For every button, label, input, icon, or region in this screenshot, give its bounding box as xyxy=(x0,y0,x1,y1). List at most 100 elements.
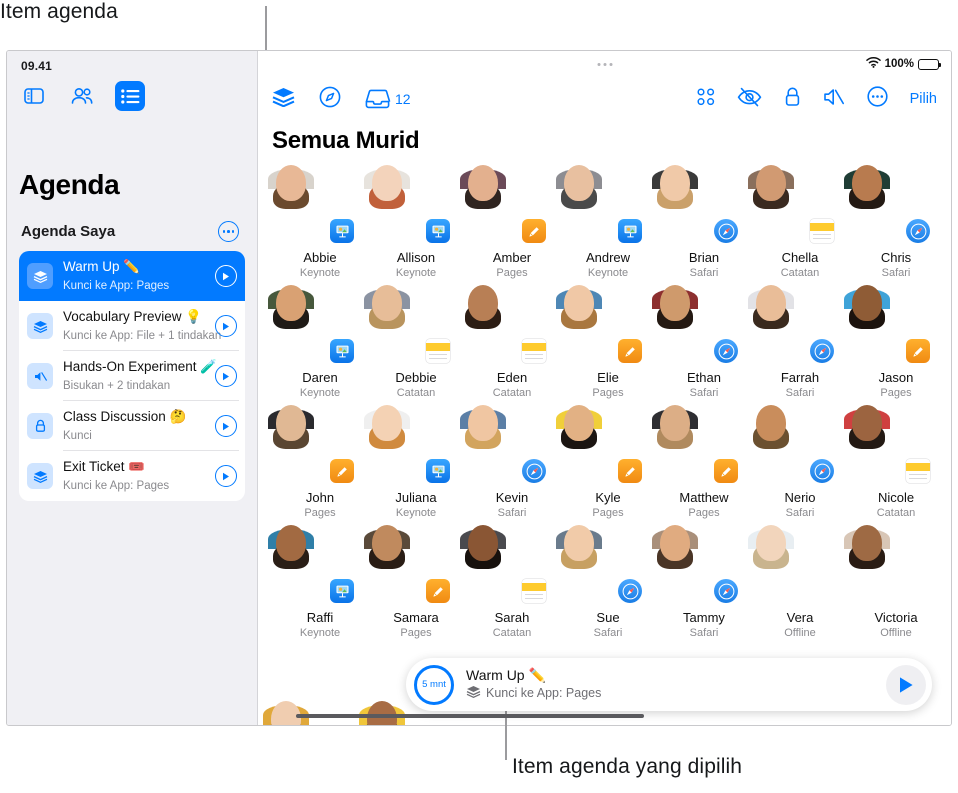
student-cell[interactable]: Raffi Keynote xyxy=(268,525,368,659)
student-name: Tammy xyxy=(683,610,725,625)
more-icon[interactable] xyxy=(866,86,888,112)
sidebar-section-title: Agenda Saya xyxy=(21,223,116,240)
grid-view-icon[interactable] xyxy=(697,87,715,111)
student-avatar-wrap xyxy=(844,525,925,601)
compass-icon[interactable] xyxy=(319,86,341,113)
student-app: Safari xyxy=(497,507,527,519)
student-avatar-wrap xyxy=(460,285,546,363)
agenda-item[interactable]: Class Discussion 🤔 Kunci xyxy=(19,401,245,451)
student-avatar-wrap xyxy=(460,405,546,483)
safari-badge-icon xyxy=(714,219,738,243)
student-cell[interactable]: Nerio Safari xyxy=(748,405,848,539)
student-app: Safari xyxy=(785,387,815,399)
play-icon[interactable] xyxy=(215,465,237,487)
agenda-item[interactable]: Warm Up ✏️ Kunci ke App: Pages xyxy=(19,251,245,301)
list-icon[interactable] xyxy=(115,81,145,111)
student-avatar-wrap xyxy=(844,405,930,483)
student-cell[interactable]: Vera Offline xyxy=(748,525,848,659)
pages-badge-icon xyxy=(714,459,738,483)
inbox-icon[interactable]: 12 xyxy=(365,89,411,109)
student-cell[interactable]: Tammy Safari xyxy=(652,525,752,659)
safari-badge-icon xyxy=(810,339,834,363)
student-cell[interactable]: Victoria Offline xyxy=(844,525,944,659)
student-avatar-wrap xyxy=(364,525,450,603)
student-name: Raffi xyxy=(306,610,334,625)
student-cell[interactable]: Sue Safari xyxy=(556,525,656,659)
student-cell[interactable]: Sarah Catatan xyxy=(460,525,560,659)
agenda-item[interactable]: Vocabulary Preview 💡 Kunci ke App: File … xyxy=(19,301,245,351)
agenda-item-text: Class Discussion 🤔 Kunci xyxy=(63,408,215,444)
layers-icon[interactable] xyxy=(272,87,295,112)
student-app: Safari xyxy=(689,627,719,639)
main-pane: 100% 12 Pilih Semua Murid Abbie Keynote … xyxy=(258,51,951,725)
student-cell[interactable]: Daren Keynote xyxy=(268,285,368,419)
lock-icon[interactable] xyxy=(784,87,801,112)
student-cell[interactable]: Chella Catatan xyxy=(748,165,848,299)
student-cell[interactable]: Andrew Keynote xyxy=(556,165,656,299)
status-bar-time: 09.41 xyxy=(21,59,53,73)
student-cell-partial[interactable] xyxy=(359,701,440,725)
play-icon[interactable] xyxy=(215,265,237,287)
agenda-item-title: Warm Up ✏️ xyxy=(63,259,141,274)
play-icon[interactable] xyxy=(886,664,926,705)
student-avatar-wrap xyxy=(652,285,738,363)
agenda-item-title: Hands-On Experiment 🧪 xyxy=(63,359,218,374)
agenda-item[interactable]: Hands-On Experiment 🧪 Bisukan + 2 tindak… xyxy=(19,351,245,401)
student-cell[interactable]: Farrah Safari xyxy=(748,285,848,419)
student-cell[interactable]: Eden Catatan xyxy=(460,285,560,419)
student-avatar-wrap xyxy=(844,285,930,363)
student-cell[interactable]: Abbie Keynote xyxy=(268,165,368,299)
wifi-icon xyxy=(865,57,881,71)
student-app: Pages xyxy=(400,627,432,639)
student-cell[interactable]: John Pages xyxy=(268,405,368,539)
now-playing-bar[interactable]: 5 mnt Warm Up ✏️ Kunci ke App: Pages xyxy=(406,658,932,711)
agenda-item[interactable]: Exit Ticket 🎟️ Kunci ke App: Pages xyxy=(19,451,245,501)
student-avatar-wrap xyxy=(556,165,642,243)
student-avatar-wrap xyxy=(556,525,642,603)
play-icon[interactable] xyxy=(215,365,237,387)
safari-badge-icon xyxy=(618,579,642,603)
student-cell[interactable]: Amber Pages xyxy=(460,165,560,299)
student-cell-partial[interactable] xyxy=(263,701,344,725)
mute-icon[interactable] xyxy=(823,87,845,112)
hide-screen-icon[interactable] xyxy=(737,87,762,112)
student-cell[interactable]: Ethan Safari xyxy=(652,285,752,419)
student-name: Ethan xyxy=(687,370,721,385)
student-cell[interactable]: Debbie Catatan xyxy=(364,285,464,419)
student-cell[interactable]: Kyle Pages xyxy=(556,405,656,539)
student-name: Samara xyxy=(393,610,439,625)
student-name: Juliana xyxy=(395,490,437,505)
page-title: Agenda xyxy=(19,169,120,200)
people-icon[interactable] xyxy=(67,81,97,111)
student-cell[interactable]: Allison Keynote xyxy=(364,165,464,299)
student-cell[interactable]: Samara Pages xyxy=(364,525,464,659)
sidebar-toggle-icon[interactable] xyxy=(19,81,49,111)
student-cell[interactable]: Chris Safari xyxy=(844,165,944,299)
student-app: Catatan xyxy=(396,387,436,399)
student-cell[interactable]: Kevin Safari xyxy=(460,405,560,539)
screenshot-root: Item agenda 09.41 Agenda Agenda Saya War… xyxy=(0,0,958,793)
window-grabber[interactable] xyxy=(597,63,612,66)
student-name: Debbie xyxy=(395,370,437,385)
layers-icon xyxy=(27,263,53,289)
student-cell[interactable]: Matthew Pages xyxy=(652,405,752,539)
student-name: Abbie xyxy=(303,250,337,265)
student-grid: Abbie Keynote Allison Keynote Amber Pages Andr… xyxy=(268,165,951,659)
play-icon[interactable] xyxy=(215,315,237,337)
student-cell[interactable]: Juliana Keynote xyxy=(364,405,464,539)
keynote-badge-icon xyxy=(426,459,450,483)
keynote-badge-icon xyxy=(618,219,642,243)
student-cell[interactable]: Elie Pages xyxy=(556,285,656,419)
student-app: Safari xyxy=(593,627,623,639)
main-title: Semua Murid xyxy=(272,127,420,154)
play-icon[interactable] xyxy=(215,415,237,437)
more-icon[interactable] xyxy=(218,221,239,242)
student-avatar-wrap xyxy=(268,285,354,363)
select-button[interactable]: Pilih xyxy=(910,91,937,107)
student-cell[interactable]: Jason Pages xyxy=(844,285,944,419)
student-cell[interactable]: Brian Safari xyxy=(652,165,752,299)
horizontal-scrollbar[interactable] xyxy=(296,714,644,718)
student-cell[interactable]: Nicole Catatan xyxy=(844,405,944,539)
notes-badge-icon xyxy=(426,339,450,363)
layers-icon xyxy=(27,313,53,339)
